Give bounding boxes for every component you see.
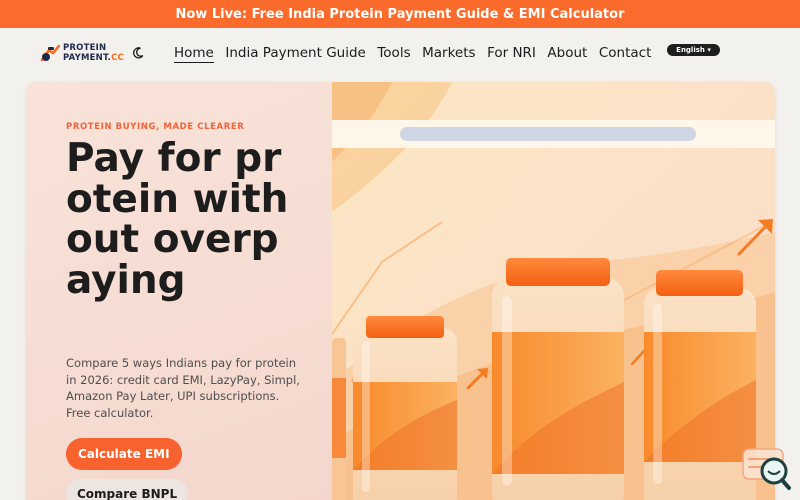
hero-subtitle: Compare 5 ways Indians pay for protein i… [66, 356, 300, 420]
hero-section: PROTEIN BUYING, MADE CLEARER Pay for pro… [26, 82, 775, 500]
nav-contact[interactable]: Contact [599, 45, 652, 63]
announcement-text: Now Live: Free India Protein Payment Gui… [175, 6, 625, 22]
nav-tools[interactable]: Tools [377, 45, 410, 63]
logo-wordmark: PROTEIN PAYMENT.CC [63, 43, 124, 63]
top-navigation: PROTEIN PAYMENT.CC Home India Payment Gu… [0, 28, 800, 80]
nav-markets[interactable]: Markets [422, 45, 475, 63]
hero-illustration [332, 82, 775, 500]
announcement-bar[interactable]: Now Live: Free India Protein Payment Gui… [0, 0, 800, 28]
hero-headline: Pay for protein without overpaying [66, 136, 289, 303]
compare-bnpl-button[interactable]: Compare BNPL [66, 479, 189, 500]
moon-icon[interactable] [131, 46, 145, 60]
nav-india-payment-guide[interactable]: India Payment Guide [225, 45, 365, 63]
calculate-emi-button[interactable]: Calculate EMI [66, 438, 182, 470]
chat-icon[interactable] [741, 447, 793, 495]
language-selector[interactable]: English ▾ [667, 44, 720, 56]
nav-home[interactable]: Home [174, 45, 214, 63]
hero-content: PROTEIN BUYING, MADE CLEARER Pay for pro… [26, 82, 333, 500]
nav-for-nri[interactable]: For NRI [487, 45, 536, 63]
logo-line-2-accent: CC [111, 52, 124, 63]
nav-about[interactable]: About [547, 45, 587, 63]
main-nav: Home India Payment Guide Tools Markets F… [174, 45, 663, 63]
site-logo[interactable]: PROTEIN PAYMENT.CC [40, 43, 124, 63]
logo-icon [40, 44, 60, 61]
hero-eyebrow: PROTEIN BUYING, MADE CLEARER [66, 122, 245, 132]
logo-line-2: PAYMENT. [63, 52, 112, 63]
